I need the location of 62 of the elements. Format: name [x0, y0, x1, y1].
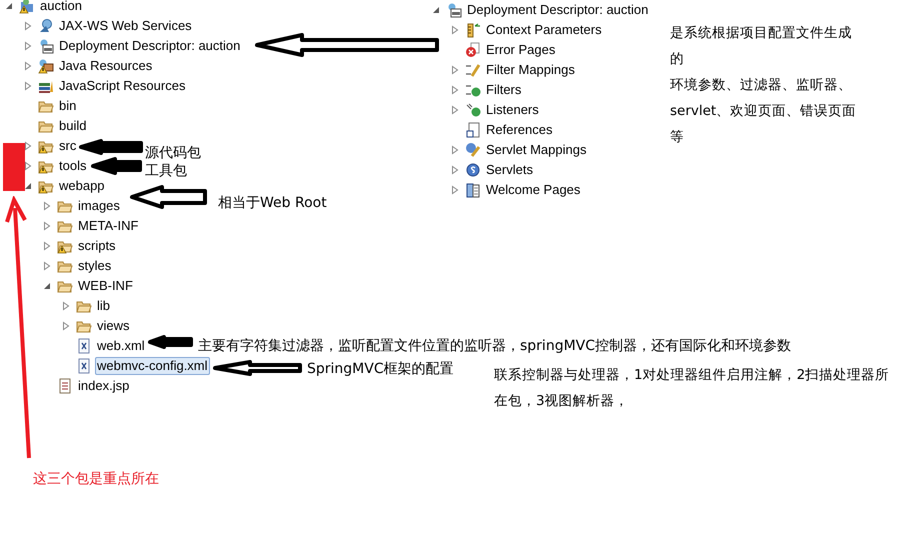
expand-icon[interactable]	[41, 260, 53, 272]
tree-item[interactable]: tools	[57, 157, 88, 175]
tree-item[interactable]: WEB-INF	[76, 277, 135, 295]
expand-icon[interactable]	[22, 80, 34, 92]
expand-icon[interactable]	[22, 20, 34, 32]
arrow-drawing	[78, 138, 144, 156]
tree-item[interactable]: References	[484, 121, 554, 139]
tree-item[interactable]: JAX-WS Web Services	[57, 17, 194, 35]
expand-icon[interactable]	[41, 200, 53, 212]
highlight-marker	[3, 143, 25, 191]
tree-item[interactable]: webapp	[57, 177, 107, 195]
expand-icon[interactable]	[449, 84, 461, 96]
annotation-text: 主要有字符集过滤器，监听配置文件位置的监听器，springMVC控制器，还有国际化和环境参数	[198, 337, 792, 356]
arrow-drawing	[147, 334, 194, 350]
annotation-text: 源代码包	[145, 144, 201, 163]
expand-icon[interactable]	[22, 160, 34, 172]
tree-item[interactable]: auction	[38, 0, 84, 15]
tree-item[interactable]: Servlets	[484, 161, 535, 179]
tree-item[interactable]: src	[57, 137, 78, 155]
annotation-text: 联系控制器与处理器，1对处理器组件启用注解，2扫描处理器所在包，3视图解析器，	[494, 366, 890, 411]
tree-item[interactable]: Welcome Pages	[484, 181, 582, 199]
annotation-text: SpringMVC框架的配置	[307, 360, 454, 379]
tree-item[interactable]: Filter Mappings	[484, 61, 577, 79]
expand-icon[interactable]	[41, 220, 53, 232]
expand-icon[interactable]	[22, 140, 34, 152]
tree-item[interactable]: META-INF	[76, 217, 140, 235]
arrow-drawing	[90, 156, 143, 176]
tree-item[interactable]: build	[57, 117, 88, 135]
tree-item[interactable]: Servlet Mappings	[484, 141, 588, 159]
tree-item[interactable]: styles	[76, 257, 114, 275]
annotation-text: 工具包	[145, 162, 187, 181]
annotation-text: 环境参数、过滤器、监听器、servlet、欢迎页面、错误页面等	[670, 76, 858, 147]
expand-icon[interactable]	[22, 60, 34, 72]
expand-icon[interactable]	[60, 300, 72, 312]
expand-icon[interactable]	[449, 64, 461, 76]
tree-item[interactable]: index.jsp	[76, 377, 132, 395]
tree-item[interactable]: lib	[95, 297, 112, 315]
tree-item[interactable]: Context Parameters	[484, 21, 604, 39]
tree-item[interactable]: Java Resources	[57, 57, 154, 75]
tree-item[interactable]: Deployment Descriptor: auction	[57, 37, 242, 55]
tree-item[interactable]: webmvc-config.xml	[95, 357, 210, 375]
tree-item[interactable]: Filters	[484, 81, 524, 99]
expand-icon[interactable]	[41, 240, 53, 252]
tree-item[interactable]: bin	[57, 97, 78, 115]
tree-item[interactable]: web.xml	[95, 337, 147, 355]
expand-icon[interactable]	[449, 104, 461, 116]
expand-icon[interactable]	[449, 164, 461, 176]
tree-item[interactable]: Error Pages	[484, 41, 558, 59]
tree-item[interactable]: scripts	[76, 237, 118, 255]
tree-item[interactable]: Listeners	[484, 101, 541, 119]
tree-item[interactable]: views	[95, 317, 132, 335]
annotation-text: 这三个包是重点所在	[33, 470, 159, 489]
expand-icon[interactable]	[22, 40, 34, 52]
annotation-text: 是系统根据项目配置文件生成的	[670, 24, 853, 69]
expand-icon[interactable]	[60, 320, 72, 332]
tree-item[interactable]: Deployment Descriptor: auction	[465, 1, 650, 19]
expand-icon[interactable]	[449, 24, 461, 36]
tree-item[interactable]: JavaScript Resources	[57, 77, 188, 95]
tree-item[interactable]: images	[76, 197, 122, 215]
expand-icon[interactable]	[449, 144, 461, 156]
expand-icon[interactable]	[449, 184, 461, 196]
annotation-text: 相当于Web Root	[218, 194, 327, 213]
